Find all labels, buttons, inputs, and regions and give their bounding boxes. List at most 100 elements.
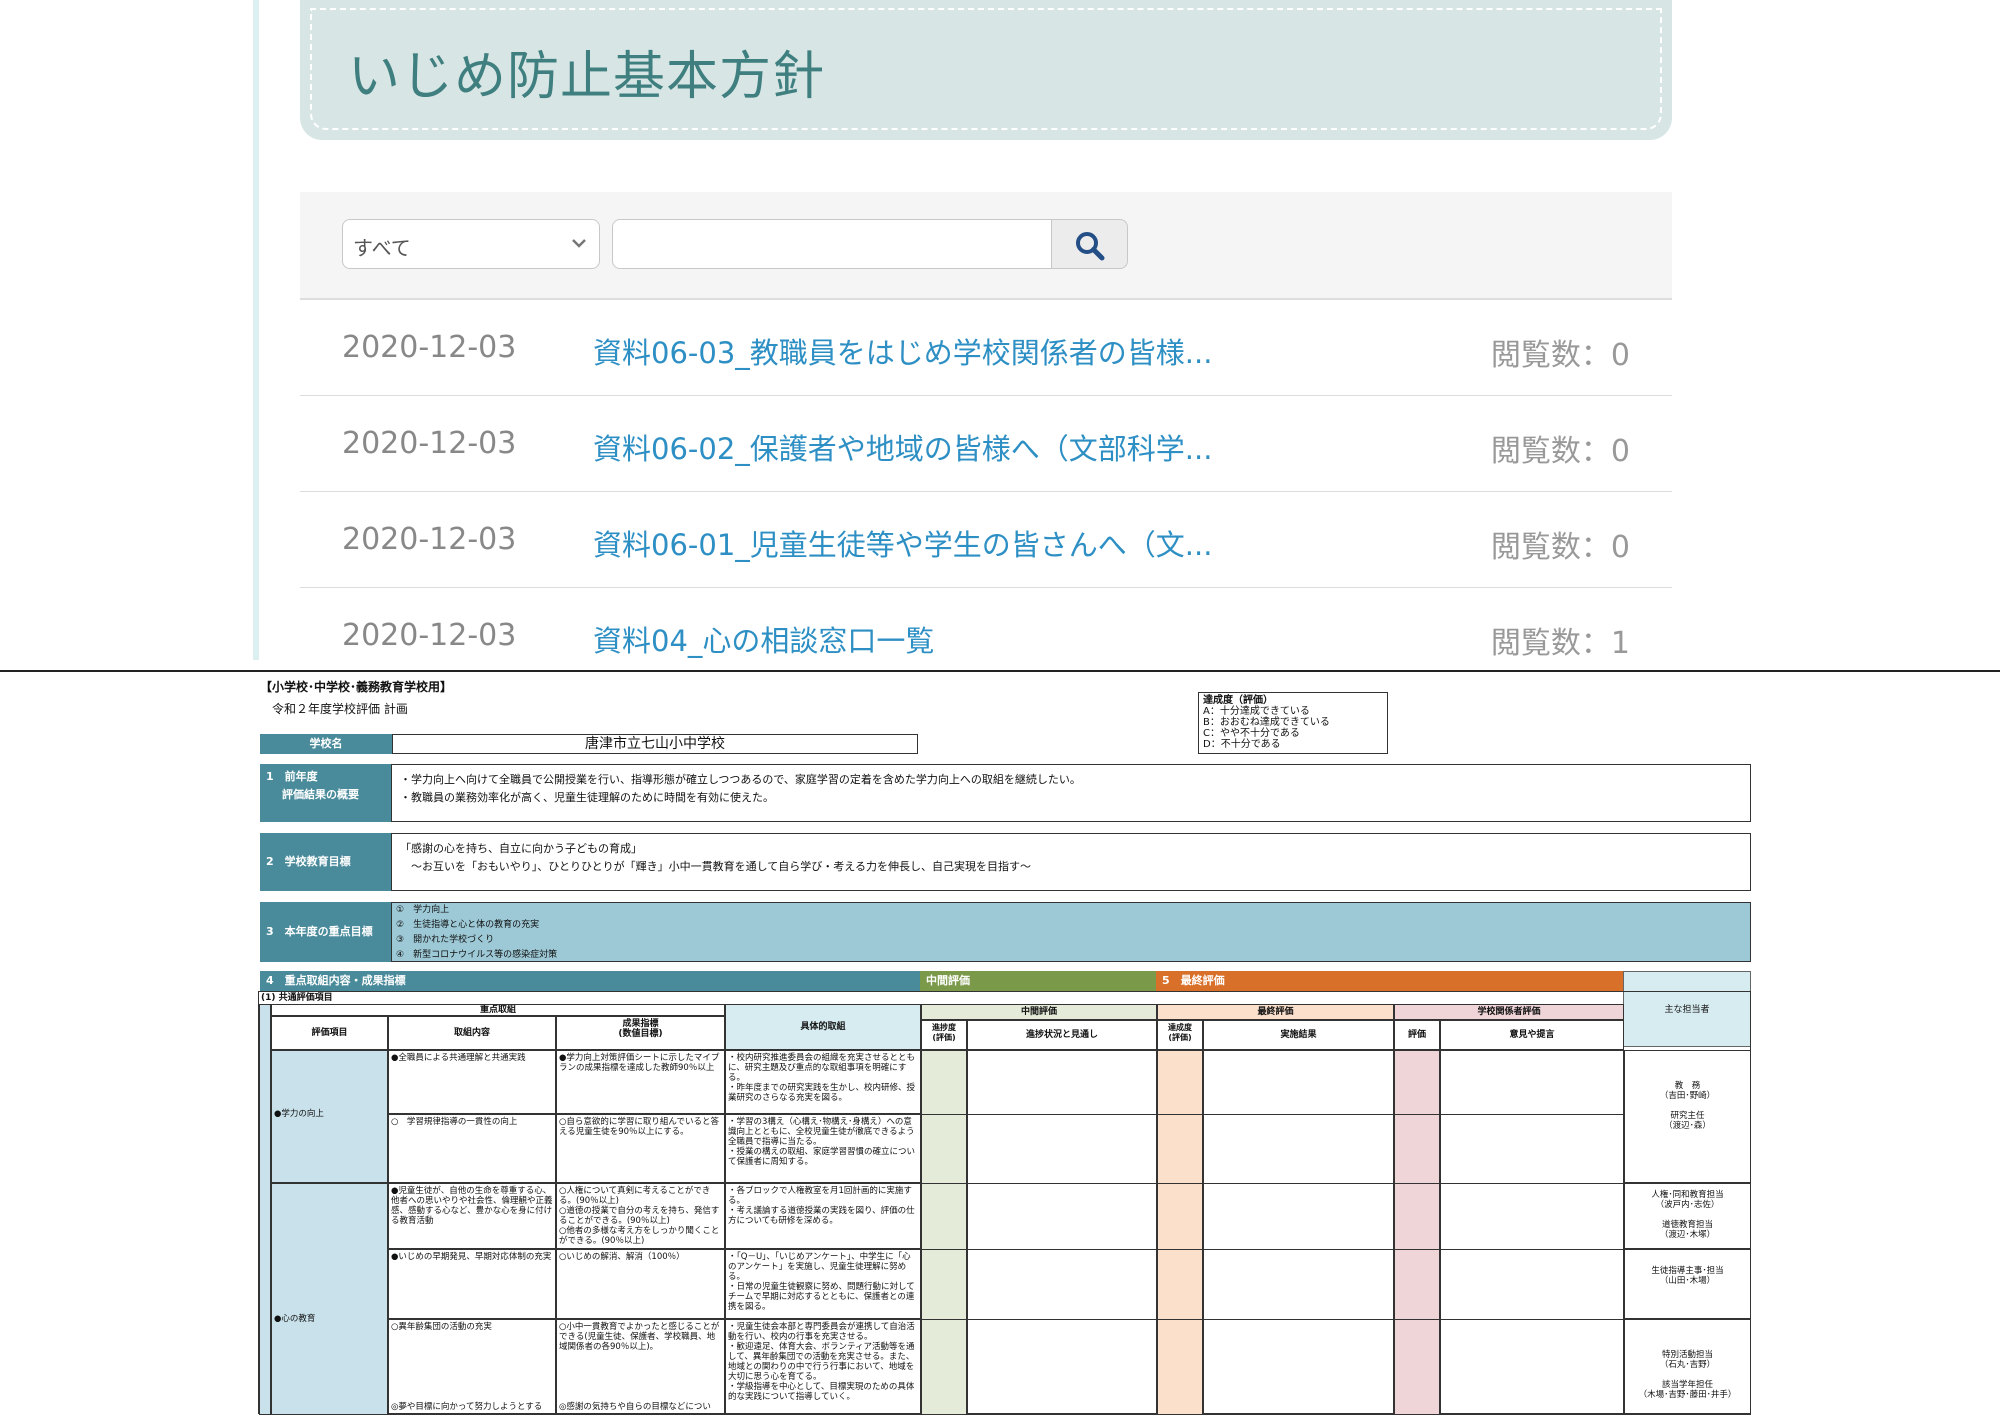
progress-column bbox=[921, 1050, 967, 1415]
opinion-column bbox=[1440, 1050, 1624, 1415]
table-section-title: (1) 共通評価項目 bbox=[261, 993, 333, 1003]
document-link[interactable]: 資料06-03_教職員をはじめ学校関係者の皆様... bbox=[593, 330, 1212, 372]
row-line bbox=[921, 1319, 1624, 1320]
table-cell: ・児童生徒会本部と専門委員会が連携して自治活動を行い、校内の行事を充実させる。 … bbox=[725, 1319, 921, 1415]
chevron-down-icon bbox=[569, 232, 589, 259]
table-cell: ・学習の3構え（心構え･物構え･身構え）への意識向上とともに、全校児童生徒が徹底… bbox=[725, 1114, 921, 1183]
document-date: 2020-12-03 bbox=[342, 618, 517, 653]
table-header: 意見や提言 bbox=[1440, 1020, 1624, 1050]
row-line bbox=[921, 1114, 1624, 1115]
document-link[interactable]: 資料04_心の相談窓口一覧 bbox=[593, 618, 934, 660]
legend-item: D：不十分である bbox=[1203, 739, 1281, 750]
table-cell: ●いじめの早期発見、早期対応体制の充実 bbox=[388, 1249, 556, 1319]
category-selected-value: すべて bbox=[353, 236, 411, 260]
title-banner: いじめ防止基本方針 bbox=[300, 0, 1672, 140]
table-header: 取組内容 bbox=[388, 1016, 556, 1050]
table-cell-text: ◎感謝の気持ちや自らの目標などについ bbox=[559, 1402, 711, 1412]
section-3-line: ③ 開かれた学校づくり bbox=[396, 935, 495, 945]
section-2-label: 2 学校教育目標 bbox=[260, 833, 391, 891]
staff-cell: 人権･同和教育担当 （波戸内･志佐） 道徳教育担当 （渡辺･木塚） bbox=[1624, 1183, 1751, 1249]
legend-item: C：やや不十分である bbox=[1203, 728, 1300, 739]
section-1-content: ・学力向上へ向けて全職員で公開授業を行い、指導形態が確立しつつあるので、家庭学習… bbox=[391, 764, 1751, 822]
search-bar: すべて bbox=[300, 192, 1672, 298]
final-eval-bar: 5 最終評価 bbox=[1156, 971, 1623, 991]
search-input[interactable] bbox=[612, 219, 1052, 269]
search-button[interactable] bbox=[1051, 219, 1128, 269]
sidebar-divider bbox=[253, 0, 259, 660]
table-cell: ・校内研究推進委員会の組織を充実させるとともに、研究主題及び重点的な取組事項を明… bbox=[725, 1050, 921, 1114]
staff-cell: 特別活動担当 （石丸･吉野） 該当学年担任 （木場･吉野･藤田･井手） bbox=[1624, 1319, 1751, 1415]
achievement-legend: 達成度（評価） A：十分達成できている B：おおむね達成できている C：やや不十… bbox=[1198, 692, 1388, 754]
document-row: 2020-12-03 資料06-02_保護者や地域の皆様へ（文部科学... 閲覧… bbox=[300, 396, 1672, 492]
table-header: 評価項目 bbox=[271, 1016, 388, 1050]
staff-cell: 教 務 （吉田･野崎） 研究主任 （渡辺･森） bbox=[1624, 1050, 1751, 1183]
table-cell: ●児童生徒が、自他の生命を尊重する心、他者への思いやりや社会性、倫理観や正義感、… bbox=[388, 1183, 556, 1249]
section-3-label: 3 本年度の重点目標 bbox=[260, 902, 391, 962]
school-name-value: 唐津市立七山小中学校 bbox=[392, 734, 918, 754]
section-1-label: 1 前年度 評価結果の概要 bbox=[260, 764, 391, 822]
section-4-label: 4 重点取組内容・成果指標 bbox=[260, 971, 920, 991]
table-cell: ○人権について真剣に考えることができる。(90％以上) ○道徳の授業で自分の考え… bbox=[556, 1183, 725, 1249]
table-cell: ○ 学習規律指導の一貫性の向上 bbox=[388, 1114, 556, 1183]
document-view-count: 閲覧数：0 bbox=[1490, 434, 1630, 469]
row-line bbox=[921, 1183, 1624, 1184]
document-view-count: 閲覧数：0 bbox=[1490, 530, 1630, 565]
staff-cell: 生徒指導主事･担当 （山田･木場） bbox=[1624, 1249, 1751, 1319]
table-cell: ●全職員による共通理解と共通実践 bbox=[388, 1050, 556, 1114]
section-1-line: ・学力向上へ向けて全職員で公開授業を行い、指導形態が確立しつつあるので、家庭学習… bbox=[400, 773, 1081, 786]
document-subheading: 令和２年度学校評価 計画 bbox=[272, 702, 408, 716]
section-1-label-line: 評価結果の概要 bbox=[282, 788, 359, 801]
search-icon bbox=[1076, 232, 1105, 261]
section-2-line: ～お互いを「おもいやり」、ひとりひとりが「輝き」小中一貫教育を通して自ら学び・考… bbox=[400, 860, 1031, 873]
stakeholder-eval-column bbox=[1394, 1050, 1440, 1415]
table-cell: ○自ら意欲的に学習に取り組んでいると答える児童生徒を90％以上にする。 bbox=[556, 1114, 725, 1183]
web-page: いじめ防止基本方針 すべて 2020-12-03 資料06-03_教職員をはじめ… bbox=[0, 0, 2000, 670]
eval-item: ●心の教育 bbox=[271, 1183, 388, 1415]
table-header: 中間評価 bbox=[921, 1004, 1157, 1020]
table-cell: ・各ブロックで人権教室を月1回計画的に実施する。 ・考え議論する道徳授業の実践を… bbox=[725, 1183, 921, 1249]
section-3-line: ② 生徒指導と心と体の教育の充実 bbox=[396, 920, 540, 930]
document-link[interactable]: 資料06-01_児童生徒等や学生の皆さんへ（文... bbox=[593, 522, 1212, 564]
achievement-column bbox=[1157, 1050, 1203, 1415]
document-link[interactable]: 資料06-02_保護者や地域の皆様へ（文部科学... bbox=[593, 426, 1212, 468]
table-cell-text: ◎夢や目標に向かって努力しようとする bbox=[391, 1402, 543, 1412]
section-3-line: ④ 新型コロナウイルス等の感染症対策 bbox=[396, 950, 558, 960]
legend-title: 達成度（評価） bbox=[1203, 695, 1273, 706]
section-3-content: ① 学力向上 ② 生徒指導と心と体の教育の充実 ③ 開かれた学校づくり ④ 新型… bbox=[391, 902, 1751, 962]
section-4-header: 4 重点取組内容・成果指標 中間評価 5 最終評価 bbox=[258, 971, 1623, 991]
table-cell: ●学力向上対策評価シートに示したマイプランの成果指標を達成した教師90％以上 bbox=[556, 1050, 725, 1114]
document-date: 2020-12-03 bbox=[342, 522, 517, 557]
table-header: 具体的取組 bbox=[725, 1004, 921, 1050]
section-2-line: 「感謝の心を持ち、自立に向かう子どもの育成」 bbox=[400, 842, 642, 855]
table-cell: ○小中一貫教育でよかったと感じることができる(児童生徒、保護者、学校職員、地域関… bbox=[556, 1319, 725, 1415]
section-3-line: ① 学力向上 bbox=[396, 905, 450, 915]
eval-item: ●学力の向上 bbox=[271, 1050, 388, 1183]
section-1-label-line: 1 前年度 bbox=[266, 770, 318, 783]
table-cell: ・「Q－U」、「いじめアンケート」、中学生に「心のアンケート」を実施し、児童生徒… bbox=[725, 1249, 921, 1319]
page-title: いじめ防止基本方針 bbox=[348, 47, 826, 107]
document-preview: 【小学校･中学校･義務教育学校用】 令和２年度学校評価 計画 達成度（評価） A… bbox=[258, 676, 1751, 1415]
document-heading: 【小学校･中学校･義務教育学校用】 bbox=[260, 680, 453, 694]
table-header: 進捗度 (評価) bbox=[921, 1020, 967, 1050]
legend-item: A：十分達成できている bbox=[1203, 706, 1310, 717]
category-select[interactable]: すべて bbox=[342, 219, 600, 269]
document-row: 2020-12-03 資料06-01_児童生徒等や学生の皆さんへ（文... 閲覧… bbox=[300, 492, 1672, 588]
table-header: 実施結果 bbox=[1203, 1020, 1394, 1050]
table-left-band bbox=[259, 1004, 271, 1415]
image-separator bbox=[0, 670, 2000, 672]
legend-item: B：おおむね達成できている bbox=[1203, 717, 1330, 728]
table-header: 重点取組 bbox=[271, 1004, 725, 1016]
section-2-content: 「感謝の心を持ち、自立に向かう子どもの育成」 ～お互いを「おもいやり」、ひとりひ… bbox=[391, 833, 1751, 891]
document-view-count: 閲覧数：0 bbox=[1490, 338, 1630, 373]
table-header: 達成度 (評価) bbox=[1157, 1020, 1203, 1050]
result-column bbox=[1203, 1050, 1394, 1415]
table-header: 学校関係者評価 bbox=[1394, 1004, 1624, 1020]
table-header: 進捗状況と見通し bbox=[967, 1020, 1157, 1050]
document-date: 2020-12-03 bbox=[342, 330, 517, 365]
table-cell-text: ○異年齢集団の活動の充実 bbox=[391, 1322, 492, 1332]
table-header: 評価 bbox=[1394, 1020, 1440, 1050]
row-line bbox=[921, 1249, 1624, 1250]
document-date: 2020-12-03 bbox=[342, 426, 517, 461]
table-cell-text: ○小中一貫教育でよかったと感じることができる(児童生徒、保護者、学校職員、地域関… bbox=[559, 1322, 720, 1352]
table-cell: ○異年齢集団の活動の充実 ◎夢や目標に向かって努力しようとする bbox=[388, 1319, 556, 1415]
